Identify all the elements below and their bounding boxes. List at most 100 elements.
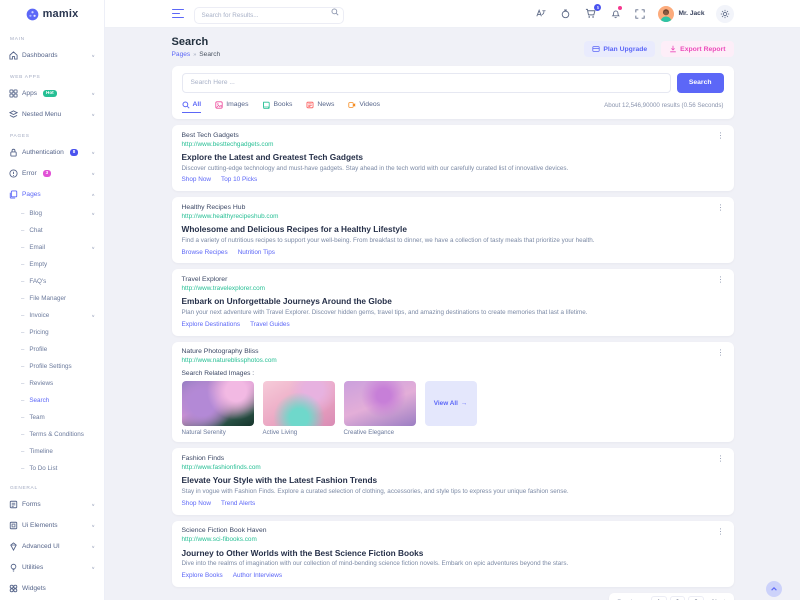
- result-link[interactable]: Explore Destinations: [182, 321, 241, 329]
- theme-icon[interactable]: [558, 7, 572, 21]
- sidebar-item-pricing[interactable]: Pricing: [0, 324, 104, 341]
- user-menu[interactable]: Mr. Jack: [658, 6, 704, 22]
- brand-logo-icon: [26, 8, 39, 21]
- view-all-button[interactable]: View All →: [425, 381, 477, 426]
- topbar: 5 Mr. Jack: [105, 0, 800, 28]
- kebab-menu-icon[interactable]: ⋮: [717, 204, 725, 212]
- sidebar-item-email[interactable]: Email∨: [0, 239, 104, 256]
- breadcrumb: Pages » Search: [172, 51, 221, 58]
- sidebar-item-timeline[interactable]: Timeline: [0, 443, 104, 460]
- export-report-button[interactable]: Export Report: [661, 41, 733, 57]
- result-title[interactable]: Elevate Your Style with the Latest Fashi…: [182, 475, 724, 485]
- sidebar-item-nested-menu[interactable]: Nested Menu∨: [0, 104, 104, 125]
- sidebar-item-forms[interactable]: Forms∨: [0, 494, 104, 515]
- chevron-down-icon: ∨: [91, 313, 95, 318]
- result-link[interactable]: Trend Alerts: [221, 500, 255, 508]
- sidebar-item-team[interactable]: Team: [0, 409, 104, 426]
- pagination-page-3[interactable]: 3: [688, 596, 704, 600]
- kebab-menu-icon[interactable]: ⋮: [717, 276, 725, 284]
- result-title[interactable]: Wholesome and Delicious Recipes for a He…: [182, 224, 724, 234]
- bell-icon[interactable]: [608, 7, 622, 21]
- sidebar-item-profile-settings[interactable]: Profile Settings: [0, 358, 104, 375]
- result-link[interactable]: Travel Guides: [250, 321, 290, 329]
- search-icon[interactable]: [331, 8, 339, 16]
- sidebar-item-pages[interactable]: Pages∧: [0, 184, 104, 205]
- result-site: Fashion Finds: [182, 455, 724, 463]
- result-title[interactable]: Explore the Latest and Greatest Tech Gad…: [182, 152, 724, 162]
- sidebar-item-terms-conditions[interactable]: Terms & Conditions: [0, 426, 104, 443]
- sidebar-item-search[interactable]: Search: [0, 392, 104, 409]
- sidebar-item-ui-elements[interactable]: Ui Elements∨: [0, 515, 104, 536]
- result-url[interactable]: http://www.besttechgadgets.com: [182, 141, 724, 149]
- result-link[interactable]: Shop Now: [182, 500, 212, 508]
- sidebar-item-dashboards[interactable]: Dashboards∨: [0, 45, 104, 66]
- result-link[interactable]: Browse Recipes: [182, 249, 228, 257]
- translate-icon[interactable]: [533, 7, 547, 21]
- kebab-menu-icon[interactable]: ⋮: [717, 528, 725, 536]
- tab-books[interactable]: Books: [262, 101, 292, 113]
- pagination-page-2[interactable]: 2: [670, 596, 686, 600]
- sidebar-item-faq-s[interactable]: FAQ's: [0, 273, 104, 290]
- kebab-menu-icon[interactable]: ⋮: [717, 349, 725, 357]
- sidebar-section-general: General: [0, 477, 104, 494]
- sidebar-item-label: Forms: [22, 501, 41, 508]
- sidebar-item-profile[interactable]: Profile: [0, 341, 104, 358]
- chevron-down-icon: ∨: [91, 91, 95, 96]
- kebab-menu-icon[interactable]: ⋮: [717, 132, 725, 140]
- sidebar-item-label: Ui Elements: [22, 522, 58, 529]
- sidebar-item-label: Pricing: [29, 329, 48, 336]
- image-icon: [215, 101, 223, 109]
- settings-gear-icon[interactable]: [716, 5, 734, 23]
- tab-news[interactable]: News: [306, 101, 334, 113]
- sidebar-item-widgets[interactable]: Widgets: [0, 578, 104, 599]
- sidebar-item-empty[interactable]: Empty: [0, 256, 104, 273]
- chevron-up-icon: [770, 585, 778, 593]
- breadcrumb-parent[interactable]: Pages: [172, 51, 191, 58]
- sidebar-item-utilities[interactable]: Utilities∨: [0, 557, 104, 578]
- plan-upgrade-button[interactable]: Plan Upgrade: [584, 41, 655, 57]
- sidebar-item-to-do-list[interactable]: To Do List: [0, 460, 104, 477]
- related-image[interactable]: [263, 381, 335, 426]
- hamburger-menu-icon[interactable]: [172, 9, 184, 18]
- topbar-search-input[interactable]: [194, 7, 344, 24]
- pagination-page-1[interactable]: 1: [651, 596, 667, 600]
- result-link[interactable]: Author Interviews: [233, 572, 282, 580]
- sidebar-item-advanced-ui[interactable]: Advanced UI∨: [0, 536, 104, 557]
- fullscreen-icon[interactable]: [633, 7, 647, 21]
- sidebar-item-label: Chat: [29, 227, 42, 234]
- result-link[interactable]: Shop Now: [182, 176, 212, 184]
- related-image[interactable]: [182, 381, 254, 426]
- result-url[interactable]: http://www.healthyrecipeshub.com: [182, 213, 724, 221]
- tab-videos[interactable]: Videos: [348, 101, 380, 113]
- result-link[interactable]: Top 10 Picks: [221, 176, 257, 184]
- nested-icon: [9, 110, 18, 119]
- sidebar-item-blog[interactable]: Blog∨: [0, 205, 104, 222]
- search-input[interactable]: [182, 73, 671, 93]
- result-url[interactable]: http://www.fashionfinds.com: [182, 464, 724, 472]
- sidebar-item-file-manager[interactable]: File Manager: [0, 290, 104, 307]
- scroll-to-top-button[interactable]: [766, 581, 782, 597]
- sidebar-item-apps[interactable]: AppsHot∨: [0, 83, 104, 104]
- tab-all[interactable]: All: [182, 101, 202, 113]
- sidebar-item-chat[interactable]: Chat: [0, 222, 104, 239]
- kebab-menu-icon[interactable]: ⋮: [717, 455, 725, 463]
- cart-icon[interactable]: 5: [583, 7, 597, 21]
- result-title[interactable]: Journey to Other Worlds with the Best Sc…: [182, 548, 724, 558]
- search-button[interactable]: Search: [677, 73, 724, 93]
- brand-logo[interactable]: mamix: [0, 0, 104, 28]
- sidebar-item-authentication[interactable]: Authentication8∨: [0, 142, 104, 163]
- related-image[interactable]: [344, 381, 416, 426]
- result-link[interactable]: Nutrition Tips: [238, 249, 275, 257]
- sidebar-item-label: Blog: [29, 210, 42, 217]
- result-url[interactable]: http://www.travelexplorer.com: [182, 285, 724, 293]
- result-title[interactable]: Embark on Unforgettable Journeys Around …: [182, 296, 724, 306]
- tab-images[interactable]: Images: [215, 101, 248, 113]
- sidebar-item-invoice[interactable]: Invoice∨: [0, 307, 104, 324]
- avatar: [658, 6, 674, 22]
- result-url[interactable]: http://www.natureblissphotos.com: [182, 357, 724, 365]
- result-link[interactable]: Explore Books: [182, 572, 223, 580]
- sidebar-item-reviews[interactable]: Reviews: [0, 375, 104, 392]
- sidebar-item-error[interactable]: Error3∨: [0, 163, 104, 184]
- result-description: Dive into the realms of imagination with…: [182, 560, 724, 568]
- result-url[interactable]: http://www.sci-fibooks.com: [182, 536, 724, 544]
